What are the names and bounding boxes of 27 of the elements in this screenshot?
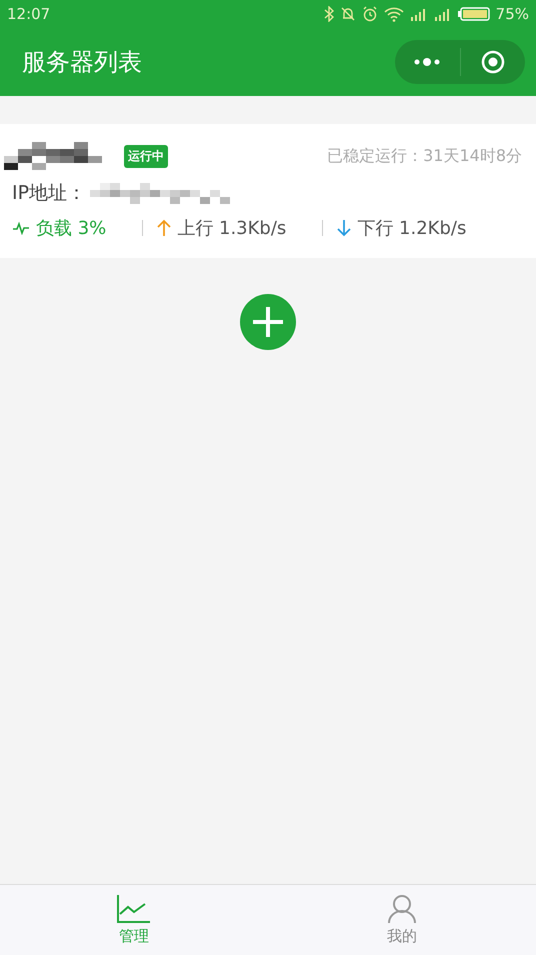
ip-label: IP地址： — [12, 181, 86, 206]
uptime-text: 已稳定运行：31天14时8分 — [327, 146, 522, 166]
battery-icon — [458, 7, 490, 21]
chart-icon — [116, 894, 152, 924]
alarm-icon — [362, 6, 378, 22]
tab[interactable]: 我的 — [268, 885, 536, 955]
bell-muted-icon — [340, 6, 356, 22]
upload-text: 上行 1.3Kb/s — [177, 217, 286, 240]
load-text: 负载 3% — [36, 217, 106, 240]
tab[interactable]: 管理 — [0, 885, 268, 955]
signal-icon — [410, 8, 428, 20]
page-title: 服务器列表 — [22, 47, 142, 78]
status-time: 12:07 — [7, 5, 50, 23]
down-arrow-icon — [337, 219, 352, 237]
plus-icon — [251, 305, 285, 339]
person-icon — [387, 894, 417, 924]
battery-percent: 75% — [496, 5, 529, 23]
pulse-icon — [12, 221, 30, 235]
bluetooth-icon — [324, 6, 334, 22]
server-card[interactable]: 运行中 已稳定运行：31天14时8分 IP地址： 负载 3% 上行 1.3Kb/s 下行 1.2Kb/s — [0, 124, 536, 258]
up-arrow-icon — [157, 219, 172, 237]
dots-icon — [413, 57, 442, 67]
wifi-icon — [384, 6, 404, 22]
status-badge: 运行中 — [124, 144, 168, 168]
target-icon — [480, 50, 505, 74]
signal-icon — [434, 8, 452, 20]
download-text: 下行 1.2Kb/s — [357, 217, 466, 240]
